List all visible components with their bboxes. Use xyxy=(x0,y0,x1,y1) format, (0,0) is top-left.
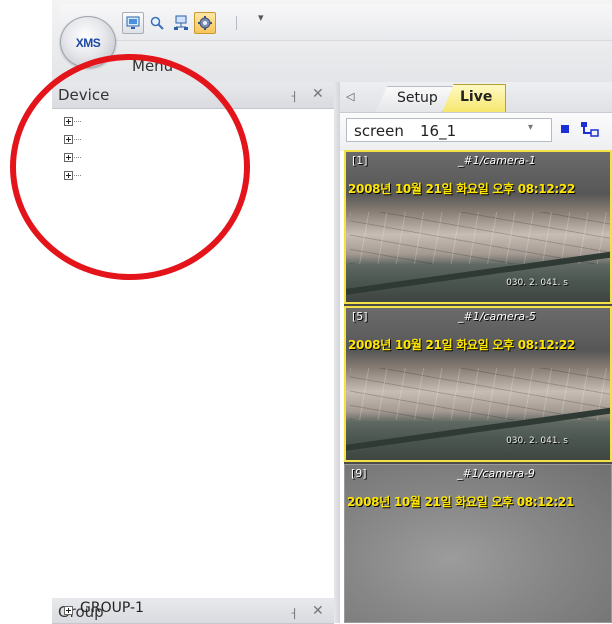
camera-overlay-stamp: 030. 2. 041. s xyxy=(506,278,568,288)
camera-timestamp: 2008년 10월 21일 화요일 오후 08:12:22 xyxy=(348,182,576,196)
expand-icon[interactable] xyxy=(64,152,73,162)
settings-gear-icon xyxy=(198,16,212,30)
network-icon xyxy=(174,15,188,30)
tree-layout-icon[interactable] xyxy=(580,121,600,137)
camera-timestamp: 2008년 10월 21일 화요일 오후 08:12:21 xyxy=(347,495,575,509)
monitor-icon xyxy=(126,16,140,29)
pin-icon[interactable]: ㅓ xyxy=(288,605,299,622)
group-item-label[interactable]: GROUP-1 xyxy=(80,600,144,616)
camera-tile[interactable]: [5] _#1/camera-5 2008년 10월 21일 화요일 오후 08… xyxy=(344,306,612,462)
qat-customize-dropdown[interactable]: ▾ xyxy=(258,11,264,24)
camera-index: [9] xyxy=(351,467,367,480)
stop-square-icon[interactable] xyxy=(558,122,572,136)
camera-name: _#1/camera-5 xyxy=(458,310,536,323)
tab-setup-label[interactable]: Setup xyxy=(397,90,438,106)
camera-index: [5] xyxy=(352,310,368,323)
device-panel-title: Device xyxy=(58,86,110,104)
screen-select-label: screen xyxy=(354,122,404,140)
tree-item[interactable] xyxy=(64,150,81,164)
camera-name: _#1/camera-1 xyxy=(458,154,536,167)
network-button[interactable] xyxy=(170,12,192,34)
close-icon[interactable]: ✕ xyxy=(312,86,324,102)
pin-icon[interactable]: ㅓ xyxy=(288,88,299,105)
tab-scroll-left-icon[interactable]: ◁ xyxy=(346,90,354,103)
search-button[interactable] xyxy=(146,12,168,34)
settings-button[interactable] xyxy=(194,12,216,34)
tab-live-label[interactable]: Live xyxy=(460,89,492,105)
tree-item[interactable] xyxy=(64,132,81,146)
device-tree xyxy=(52,109,334,598)
screen-select-value[interactable]: 16_1 xyxy=(420,122,456,140)
camera-overlay-stamp: 030. 2. 041. s xyxy=(506,436,568,446)
expand-icon[interactable] xyxy=(64,606,73,615)
expand-icon[interactable] xyxy=(64,170,73,180)
close-icon[interactable]: ✕ xyxy=(312,603,324,619)
toolbar-divider xyxy=(236,16,237,30)
camera-timestamp: 2008년 10월 21일 화요일 오후 08:12:22 xyxy=(348,338,576,352)
camera-tile[interactable]: [9] _#1/camera-9 2008년 10월 21일 화요일 오후 08… xyxy=(344,464,612,623)
monitor-button[interactable] xyxy=(122,12,144,34)
chevron-down-icon[interactable]: ▾ xyxy=(528,122,533,133)
camera-name: _#1/camera-9 xyxy=(457,467,535,480)
expand-icon[interactable] xyxy=(64,134,73,144)
panel-splitter[interactable] xyxy=(334,82,340,623)
app-logo-text: XMS xyxy=(75,36,101,50)
tree-item[interactable] xyxy=(64,114,81,128)
expand-icon[interactable] xyxy=(64,116,73,126)
camera-index: [1] xyxy=(352,154,368,167)
menu-label[interactable]: Menu xyxy=(132,57,173,75)
app-menu-button[interactable]: XMS xyxy=(60,16,116,68)
tree-item[interactable] xyxy=(64,168,81,182)
camera-tile[interactable]: [1] _#1/camera-1 2008년 10월 21일 화요일 오후 08… xyxy=(344,150,612,304)
search-icon xyxy=(150,16,164,30)
